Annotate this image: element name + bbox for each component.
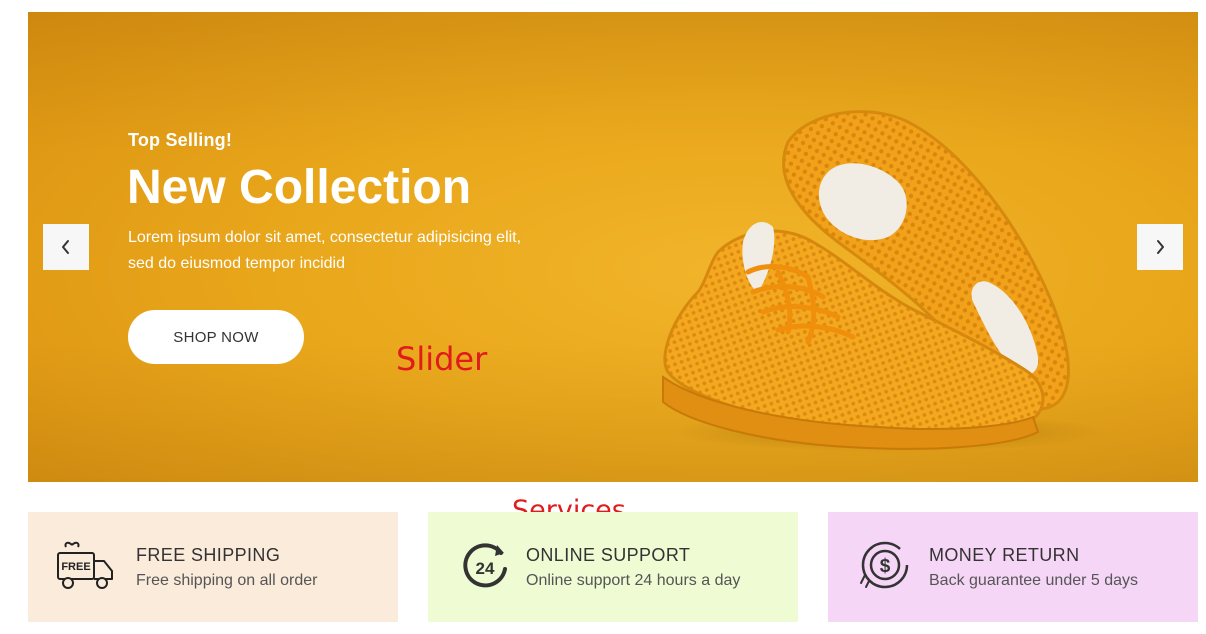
service-title: MONEY RETURN (929, 544, 1080, 565)
sneaker-image (662, 110, 1070, 450)
service-money-return: $ MONEY RETURN Back guarantee under 5 da… (828, 512, 1198, 622)
service-free-shipping: FREE FREE SHIPPING Free shipping on all … (28, 512, 398, 622)
service-subtitle: Back guarantee under 5 days (929, 571, 1139, 589)
chevron-right-icon (1157, 240, 1164, 254)
slider-eyebrow: Top Selling! (128, 130, 233, 150)
service-online-support: 24 ONLINE SUPPORT Online support 24 hour… (428, 512, 798, 622)
slider-description: Lorem ipsum dolor sit amet, consectetur … (128, 229, 522, 272)
free-delivery-truck-icon: FREE (54, 536, 116, 598)
service-title: ONLINE SUPPORT (526, 544, 691, 565)
service-title: FREE SHIPPING (136, 544, 281, 565)
hero-slider: Top Selling! New Collection Lorem ipsum … (28, 12, 1198, 482)
money-icon-text: $ (880, 556, 891, 577)
slider-prev-button[interactable] (43, 224, 89, 270)
slider-headline: New Collection (127, 161, 472, 214)
chevron-left-icon (62, 240, 69, 254)
service-subtitle: Free shipping on all order (136, 571, 318, 589)
support-icon-text: 24 (476, 559, 495, 578)
shop-now-button[interactable]: SHOP NOW (128, 310, 304, 364)
slider-annotation: Slider (396, 340, 488, 378)
free-icon-text: FREE (61, 561, 90, 573)
support-24-hours-icon: 24 (454, 536, 516, 598)
service-subtitle: Online support 24 hours a day (526, 571, 741, 589)
money-return-icon: $ (854, 536, 916, 598)
slider-next-button[interactable] (1137, 224, 1183, 270)
